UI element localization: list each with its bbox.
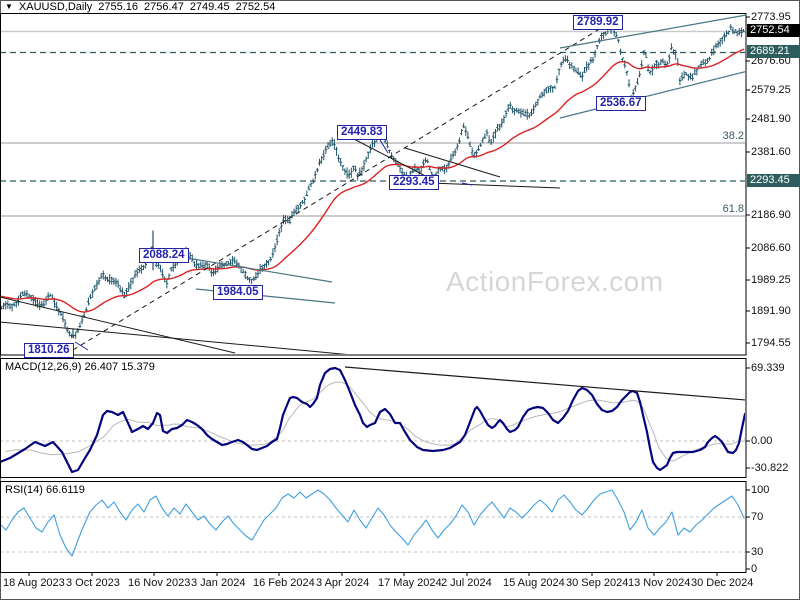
ohlc-low: 2749.45 [189,0,230,13]
price-level-label[interactable]: 2789.92 [573,15,623,30]
macd-label: MACD(12,26,9) 26.407 15.379 [5,361,155,373]
chart-window: ▼ XAUUSD,Daily 2755.16 2756.47 2749.45 2… [0,0,800,600]
macd-axis-label: 69.339 [751,362,785,374]
ohlc-close: 2752.54 [235,0,276,13]
ohlc-high: 2756.47 [144,0,184,13]
rsi-axis-label: 70 [751,511,764,523]
rsi-label: RSI(14) 66.6119 [5,484,85,496]
chart-title: ▼ XAUUSD,Daily 2755.16 2756.47 2749.45 2… [0,0,751,13]
price-axis-label: 2086.60 [751,242,791,254]
price-axis-label: 2481.90 [751,113,791,125]
level-price-tag: 2293.45 [747,174,800,187]
rsi-axis-label: 30 [751,546,764,558]
date-axis-label: 3 Apr 2024 [316,577,370,589]
date-axis-label: 30 Dec 2024 [691,577,754,589]
date-axis-label: 30 Sep 2024 [566,577,629,589]
date-axis-label: 17 May 2024 [378,577,442,589]
price-axis-label: 2186.90 [751,209,791,221]
symbol-label: XAUUSD,Daily [18,0,93,13]
fib-level-label: 38.2 [722,130,744,142]
date-axis-label: 16 Nov 2023 [128,577,191,589]
price-axis-label: 2381.60 [751,146,791,158]
symbol-dropdown-icon[interactable]: ▼ [5,2,13,12]
current-price-tag: 2752.54 [747,24,800,37]
date-axis-label: 13 Nov 2024 [628,577,691,589]
rsi-axis-label: 0 [751,563,758,575]
level-price-tag: 2689.21 [747,45,800,58]
price-level-label[interactable]: 2293.45 [389,175,439,190]
date-axis-label: 3 Oct 2023 [66,577,120,589]
rsi-axis-label: 100 [751,484,770,496]
price-axis-label: 2773.95 [751,11,791,23]
price-level-label[interactable]: 2536.67 [596,96,646,111]
price-axis-label: 1794.55 [751,337,791,349]
price-level-label[interactable]: 1984.05 [213,285,263,300]
macd-axis-label: -30.822 [751,462,789,474]
price-axis-label: 2579.25 [751,84,791,96]
date-axis-label: 16 Feb 2024 [253,577,315,589]
date-axis-label: 3 Jan 2024 [191,577,246,589]
price-axis-label: 1989.25 [751,274,791,286]
price-axis-label: 1891.90 [751,305,791,317]
price-level-label[interactable]: 2088.24 [139,248,189,263]
macd-axis-label: 0.00 [751,435,773,447]
ohlc-open: 2755.16 [98,0,139,13]
date-axis-label: 18 Aug 2023 [3,577,65,589]
fib-level-label: 61.8 [722,203,744,215]
price-level-label[interactable]: 2449.83 [337,125,387,140]
date-axis-label: 2 Jul 2024 [441,577,492,589]
date-axis-label: 15 Aug 2024 [503,577,565,589]
price-level-label[interactable]: 1810.26 [24,343,74,358]
watermark: ActionForex.com [446,266,664,297]
price-chart-canvas[interactable] [0,0,800,600]
